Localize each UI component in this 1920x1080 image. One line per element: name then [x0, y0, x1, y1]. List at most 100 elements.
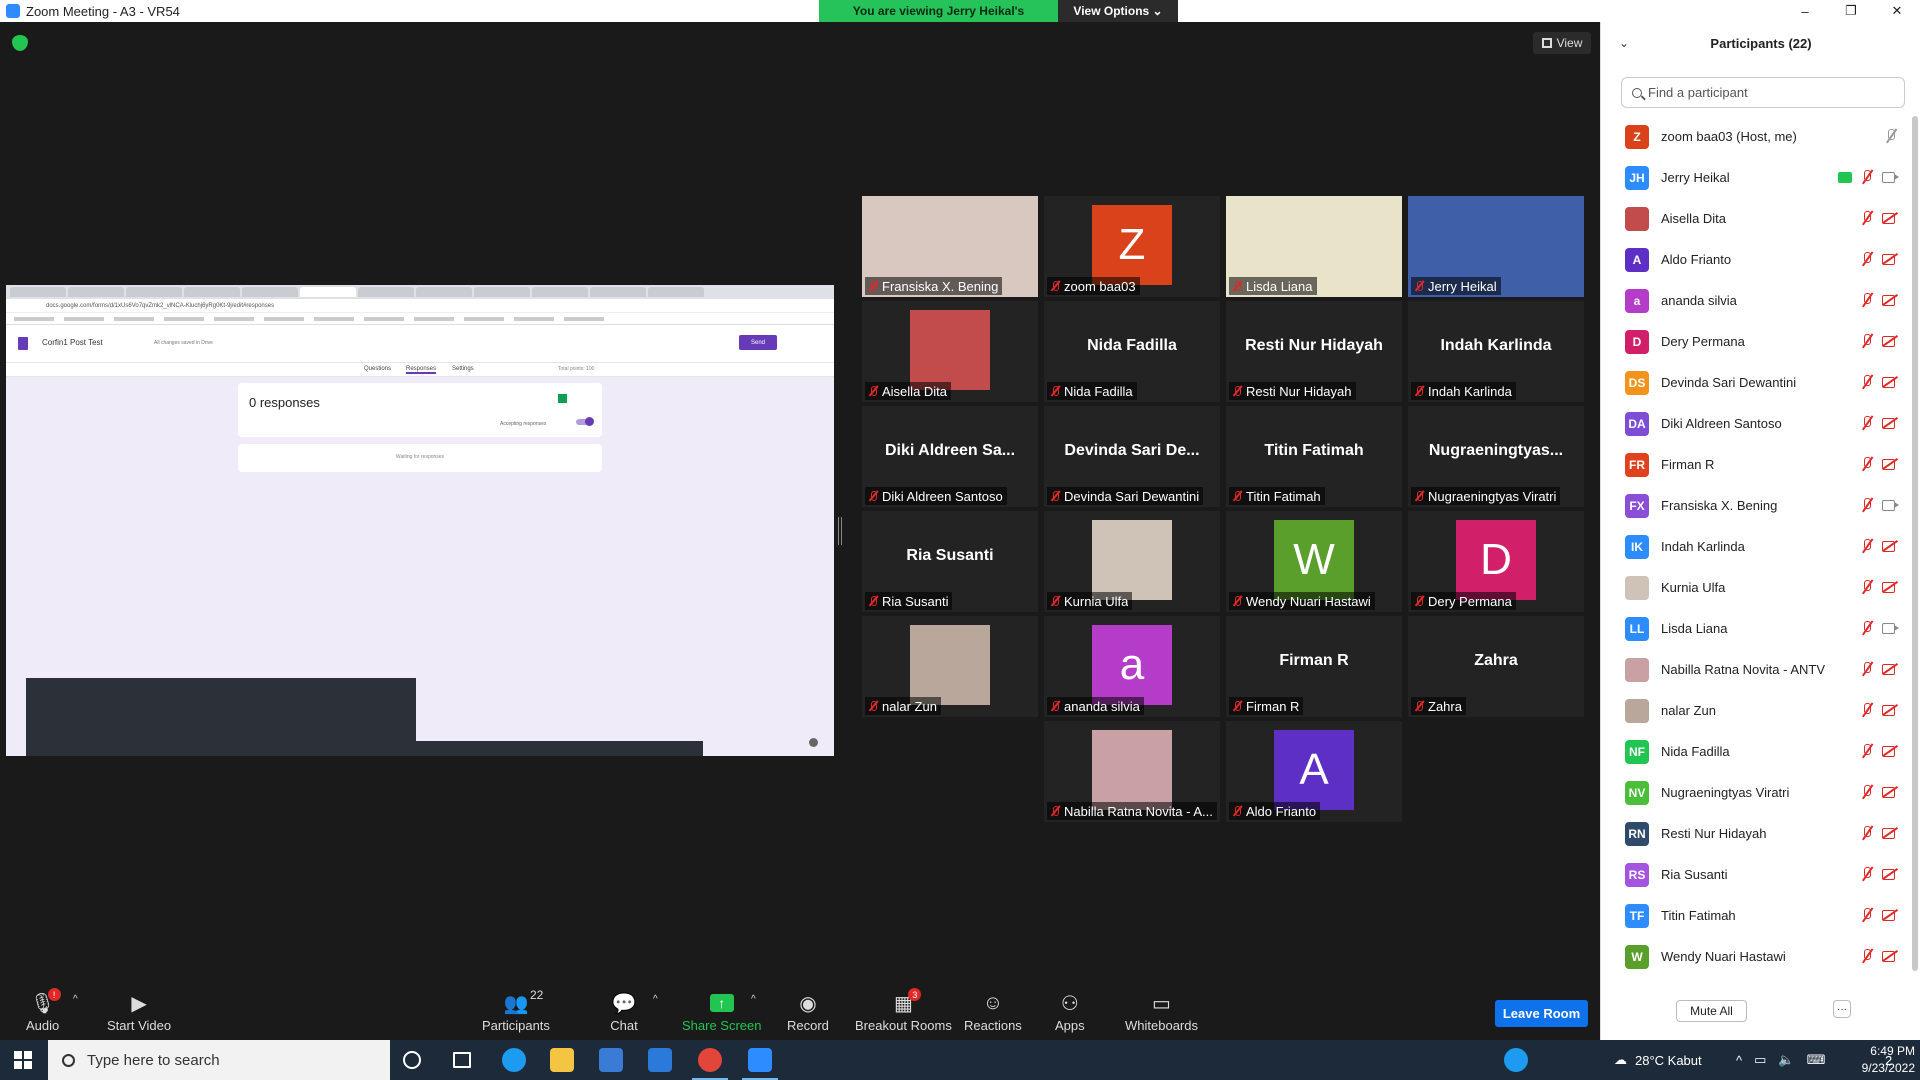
video-tile[interactable]: Aisella Dita: [862, 301, 1038, 402]
participant-row[interactable]: DS Devinda Sari Dewantini: [1601, 362, 1906, 403]
participant-row[interactable]: Aisella Dita: [1601, 198, 1906, 239]
file-explorer-icon[interactable]: [550, 1048, 574, 1072]
close-button[interactable]: ✕: [1874, 0, 1920, 22]
store-icon[interactable]: [599, 1048, 623, 1072]
participant-list-scrollbar[interactable]: [1912, 116, 1918, 971]
camera-icon: [1882, 171, 1899, 183]
participant-search-input[interactable]: [1648, 85, 1888, 100]
video-tile[interactable]: Ria Susanti Ria Susanti: [862, 511, 1038, 612]
video-tile[interactable]: Nida Fadilla Nida Fadilla: [1044, 301, 1220, 402]
more-options-button[interactable]: ···: [1833, 1000, 1851, 1018]
mute-all-button[interactable]: Mute All: [1676, 1000, 1747, 1022]
participant-row[interactable]: a ananda silvia: [1601, 280, 1906, 321]
participants-button[interactable]: 👥 22 Participants: [482, 980, 550, 1040]
participant-row[interactable]: FX Fransiska X. Bening: [1601, 485, 1906, 526]
mic-muted-icon: [1860, 210, 1874, 226]
video-tile[interactable]: Resti Nur Hidayah Resti Nur Hidayah: [1226, 301, 1402, 402]
participant-row[interactable]: RN Resti Nur Hidayah: [1601, 813, 1906, 854]
share-options-caret[interactable]: ^: [751, 994, 756, 1005]
participant-search[interactable]: [1621, 77, 1905, 108]
audio-options-caret[interactable]: ^: [73, 994, 78, 1005]
shared-screen-overlay: [26, 678, 416, 756]
language-icon[interactable]: ⌨: [1807, 1052, 1826, 1068]
breakout-rooms-button[interactable]: ▦ 3 Breakout Rooms: [855, 980, 952, 1040]
edge-icon[interactable]: [502, 1048, 526, 1072]
video-tile[interactable]: Titin Fatimah Titin Fatimah: [1226, 406, 1402, 507]
chrome-icon[interactable]: [692, 1048, 728, 1080]
video-tile[interactable]: Devinda Sari De... Devinda Sari Dewantini: [1044, 406, 1220, 507]
view-button[interactable]: View: [1533, 32, 1591, 54]
waiting-text: Waiting for responses: [395, 454, 445, 460]
participant-row[interactable]: Kurnia Ulfa: [1601, 567, 1906, 608]
participant-status-icons: [1860, 210, 1898, 226]
mic-muted-icon: [1231, 805, 1243, 817]
video-tile[interactable]: Kurnia Ulfa: [1044, 511, 1220, 612]
chat-options-caret[interactable]: ^: [653, 994, 658, 1005]
participant-row[interactable]: A Aldo Frianto: [1601, 239, 1906, 280]
video-tile[interactable]: Nabilla Ratna Novita - A...: [1044, 721, 1220, 822]
view-options-button[interactable]: View Options ⌄: [1058, 0, 1178, 22]
video-tile[interactable]: Indah Karlinda Indah Karlinda: [1408, 301, 1584, 402]
zoom-taskbar-icon[interactable]: [742, 1048, 778, 1080]
video-tile[interactable]: Firman R Firman R: [1226, 616, 1402, 717]
video-tile[interactable]: W Wendy Nuari Hastawi: [1226, 511, 1402, 612]
tile-display-name: Zahra: [1474, 652, 1518, 669]
participant-name: Firman R: [1661, 457, 1715, 472]
video-tile[interactable]: Zahra Zahra: [1408, 616, 1584, 717]
participant-list: Zzoom baa03 (Host, me) JH Jerry Heikal Aise…: [1601, 116, 1920, 982]
participant-row[interactable]: NV Nugraeningtyas Viratri: [1601, 772, 1906, 813]
help-taskbar-icon[interactable]: [1504, 1048, 1528, 1072]
participant-row[interactable]: RS Ria Susanti: [1601, 854, 1906, 895]
participant-row[interactable]: TF Titin Fatimah: [1601, 895, 1906, 936]
participant-row[interactable]: nalar Zun: [1601, 690, 1906, 731]
participant-row[interactable]: IK Indah Karlinda: [1601, 526, 1906, 567]
chat-button[interactable]: 💬 Chat: [610, 980, 638, 1040]
participant-row[interactable]: Nabilla Ratna Novita - ANTV: [1601, 649, 1906, 690]
video-tile[interactable]: A Aldo Frianto: [1226, 721, 1402, 822]
audio-button[interactable]: 🎙! Audio: [26, 980, 61, 1040]
cortana-icon[interactable]: [403, 1051, 421, 1069]
video-tile[interactable]: D Dery Permana: [1408, 511, 1584, 612]
mail-icon[interactable]: [648, 1048, 672, 1072]
video-tile[interactable]: Fransiska X. Bening: [862, 196, 1038, 297]
split-view-handle[interactable]: [838, 517, 842, 545]
video-tile[interactable]: Diki Aldreen Sa... Diki Aldreen Santoso: [862, 406, 1038, 507]
participant-row[interactable]: Zzoom baa03 (Host, me): [1601, 116, 1906, 157]
task-view-icon[interactable]: [453, 1052, 471, 1068]
maximize-button[interactable]: ❐: [1828, 0, 1874, 22]
share-screen-button[interactable]: ↑ Share Screen: [682, 980, 762, 1040]
minimize-button[interactable]: –: [1782, 0, 1828, 22]
participant-row[interactable]: DA Diki Aldreen Santoso: [1601, 403, 1906, 444]
mic-muted-icon: [1860, 948, 1874, 964]
video-tile[interactable]: a ananda silvia: [1044, 616, 1220, 717]
start-video-button[interactable]: ▶ Start Video: [107, 980, 171, 1040]
apps-button[interactable]: ⚇ Apps: [1055, 980, 1085, 1040]
record-button[interactable]: ◉ Record: [787, 980, 829, 1040]
network-icon[interactable]: ▭: [1754, 1052, 1766, 1068]
participant-row[interactable]: JH Jerry Heikal: [1601, 157, 1906, 198]
volume-icon[interactable]: 🔈: [1778, 1052, 1794, 1068]
participant-row[interactable]: D Dery Permana: [1601, 321, 1906, 362]
tile-avatar: Z: [1092, 205, 1172, 285]
leave-room-button[interactable]: Leave Room: [1495, 1000, 1588, 1027]
participant-row[interactable]: W Wendy Nuari Hastawi: [1601, 936, 1906, 977]
camera-off-icon: [1882, 376, 1898, 388]
tray-chevron-icon[interactable]: ^: [1736, 1053, 1742, 1068]
windows-start-icon[interactable]: [14, 1051, 32, 1069]
security-shield-icon[interactable]: [12, 35, 28, 51]
participant-row[interactable]: NF Nida Fadilla: [1601, 731, 1906, 772]
video-tile[interactable]: Lisda Liana: [1226, 196, 1402, 297]
whiteboards-button[interactable]: ▭ Whiteboards: [1125, 980, 1198, 1040]
participant-status-icons: [1860, 702, 1898, 718]
reactions-button[interactable]: ☺ Reactions: [964, 980, 1022, 1040]
video-tile[interactable]: nalar Zun: [862, 616, 1038, 717]
video-tile[interactable]: Nugraeningtyas... Nugraeningtyas Viratri: [1408, 406, 1584, 507]
taskbar-search[interactable]: Type here to search: [48, 1040, 390, 1080]
participant-row[interactable]: LL Lisda Liana: [1601, 608, 1906, 649]
participant-row[interactable]: FR Firman R: [1601, 444, 1906, 485]
camera-off-icon: [1882, 335, 1898, 347]
weather-widget[interactable]: ☁ 28°C Kabut: [1614, 1040, 1702, 1080]
notification-center[interactable]: 2: [1885, 1040, 1892, 1080]
video-tile[interactable]: Jerry Heikal: [1408, 196, 1584, 297]
video-tile[interactable]: Zzoom baa03: [1044, 196, 1220, 297]
